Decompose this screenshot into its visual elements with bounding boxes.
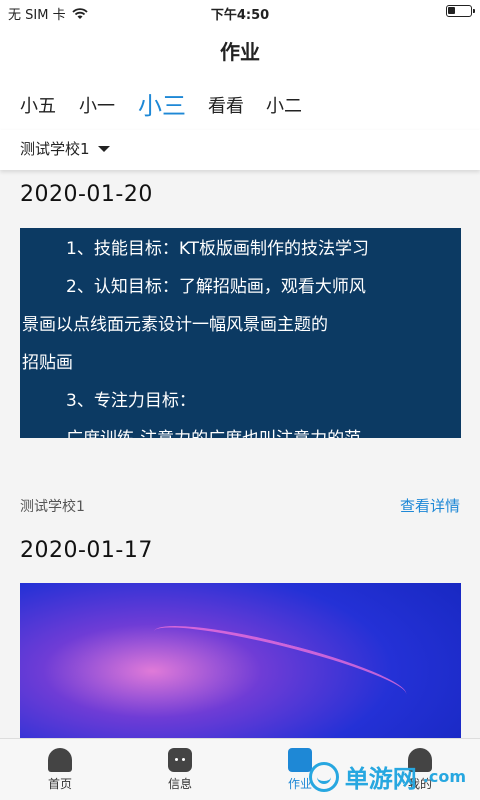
jellyfish-photo[interactable] [20, 583, 461, 738]
message-icon [168, 748, 192, 772]
battery-icon [446, 5, 475, 17]
image-text-line: 景画以点线面元素设计一幅风景画主题的 [22, 315, 328, 335]
home-icon [48, 748, 72, 772]
school-dropdown[interactable]: 测试学校1 [20, 138, 110, 159]
homework-image[interactable]: 1、技能目标：KT板版画制作的技法学习 2、认知目标：了解招贴画，观看大师风 景… [20, 228, 461, 438]
image-text-line: 2、认知目标：了解招贴画，观看大师风 [66, 277, 366, 297]
class-tabs: 小五 小一 小三 看看 小二 [0, 80, 480, 130]
tab-kankan[interactable]: 看看 [208, 92, 244, 118]
watermark: 单游网 .com [308, 759, 466, 794]
tabbar-home[interactable]: 首页 [0, 739, 120, 800]
post-school: 测试学校1 [20, 499, 85, 515]
watermark-logo-icon [308, 761, 339, 792]
tabbar-label: 信息 [167, 777, 192, 791]
page-title: 作业 [0, 24, 480, 80]
image-text-line: 1、技能目标：KT板版画制作的技法学习 [66, 239, 370, 259]
tab-xiaoyi[interactable]: 小一 [79, 92, 115, 118]
tabbar-messages[interactable]: 信息 [120, 739, 240, 800]
status-time: 下午4:50 [210, 8, 270, 23]
tab-xiaoer[interactable]: 小二 [266, 92, 302, 118]
post-date: 2020-01-20 [20, 182, 153, 207]
view-details-link[interactable]: 查看详情 [400, 495, 460, 516]
image-text-line: 招贴画 [22, 353, 73, 373]
tabbar-label: 首页 [47, 777, 72, 791]
watermark-text: 单游网 [344, 765, 417, 793]
tab-xiaowu[interactable]: 小五 [20, 92, 56, 118]
school-dropdown-label: 测试学校1 [20, 140, 90, 158]
homework-image-text: 1、技能目标：KT板版画制作的技法学习 2、认知目标：了解招贴画，观看大师风 景… [20, 228, 461, 438]
school-filter-bar: 测试学校1 [0, 130, 480, 170]
homework-feed: 2020-01-20 1、技能目标：KT板版画制作的技法学习 2、认知目标：了解… [0, 170, 480, 738]
caret-down-icon [97, 145, 110, 152]
status-bar: 无 SIM 卡 下午4:50 [0, 0, 480, 24]
post-date: 2020-01-17 [20, 538, 153, 563]
tab-xiaosan[interactable]: 小三 [138, 86, 186, 121]
watermark-suffix: .com [422, 767, 466, 786]
image-text-line: 3、专注力目标： [66, 391, 196, 411]
image-text-line: 广度训练-注意力的广度也叫注意力的范 [66, 420, 433, 438]
